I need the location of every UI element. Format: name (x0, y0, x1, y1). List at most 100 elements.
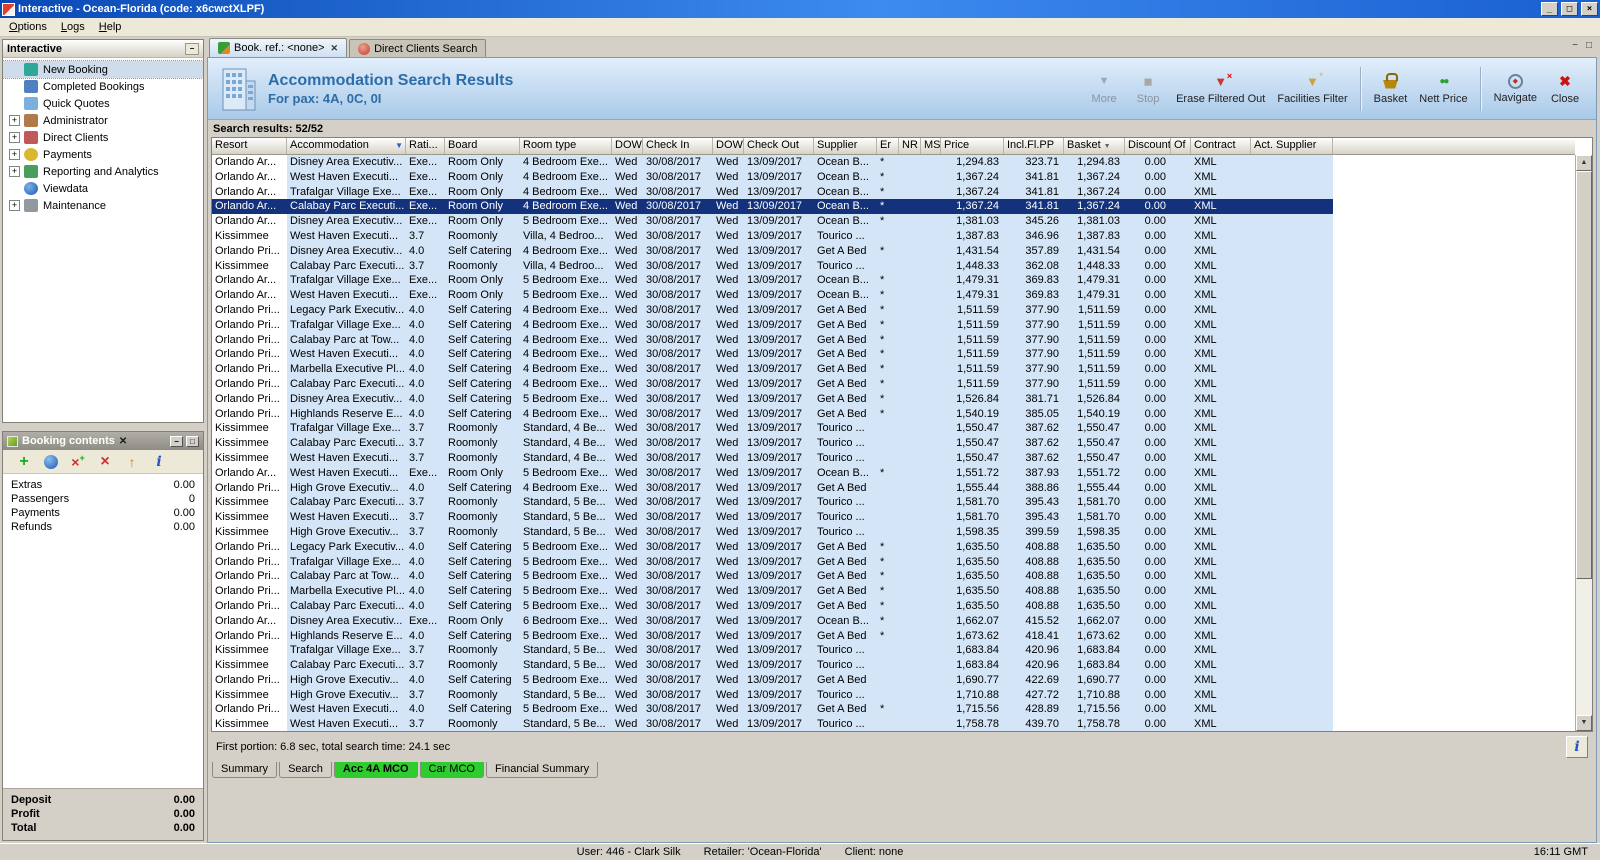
column-header-discount[interactable]: Discount (1125, 138, 1171, 154)
table-row[interactable]: Orlando Pri... Calabay Parc at Tow... 4.0 S… (212, 569, 1333, 585)
table-row[interactable]: Kissimmee West Haven Executi... 3.7 Roomonl… (212, 510, 1333, 525)
booking-toolbar-add-item-button[interactable] (15, 453, 33, 471)
scroll-up-arrow[interactable]: ▲ (1576, 155, 1592, 171)
table-row[interactable]: Kissimmee High Grove Executiv... 3.7 Roomon… (212, 524, 1333, 540)
scroll-thumb[interactable] (1576, 171, 1592, 579)
expand-icon[interactable]: + (9, 200, 20, 211)
tab-close-icon[interactable]: ✕ (331, 43, 339, 54)
bottom-tab-financial-summary[interactable]: Financial Summary (485, 762, 599, 778)
table-row[interactable]: Orlando Ar... Disney Area Executiv... Exe.… (212, 613, 1333, 629)
sidebar-item-viewdata[interactable]: Viewdata (3, 180, 203, 197)
table-row[interactable]: Kissimmee Calabay Parc Executi... 3.7 Roomo… (212, 495, 1333, 511)
table-row[interactable]: Orlando Pri... Disney Area Executiv... 4.0… (212, 391, 1333, 407)
booking-maximize-button[interactable] (186, 435, 199, 447)
table-row[interactable]: Orlando Ar... West Haven Executi... Exe...… (212, 465, 1333, 481)
sidebar-item-quick-quotes[interactable]: Quick Quotes (3, 95, 203, 112)
column-header-nr[interactable]: NR (899, 138, 921, 154)
erase-filtered-out-button[interactable]: Erase Filtered Out (1171, 64, 1270, 114)
table-row[interactable]: Orlando Ar... Trafalgar Village Exe... Exe… (212, 184, 1333, 200)
column-header-of[interactable]: Of (1171, 138, 1191, 154)
table-row[interactable]: Orlando Pri... Legacy Park Executiv... 4.0… (212, 302, 1333, 318)
table-row[interactable]: Orlando Pri... Trafalgar Village Exe... 4.… (212, 554, 1333, 570)
column-header-ms[interactable]: MS (921, 138, 941, 154)
mdi-restore-icon[interactable]: □ (1586, 40, 1592, 51)
table-row[interactable]: Orlando Pri... Marbella Executive Pl... 4.… (212, 362, 1333, 377)
column-header-act-supplier[interactable]: Act. Supplier (1251, 138, 1333, 154)
bottom-tab-acc-4a-mco[interactable]: Acc 4A MCO (333, 762, 418, 778)
expand-icon[interactable]: + (9, 166, 20, 177)
table-row[interactable]: Kissimmee Calabay Parc Executi... 3.7 Roomo… (212, 258, 1333, 274)
table-row[interactable]: Orlando Pri... Highlands Reserve E... 4.0 S… (212, 406, 1333, 422)
column-header-board[interactable]: Board (445, 138, 520, 154)
maximize-button[interactable] (1561, 2, 1578, 16)
table-row[interactable]: Kissimmee High Grove Executiv... 3.7 Roomon… (212, 687, 1333, 703)
table-row[interactable]: Orlando Pri... High Grove Executiv... 4.0 S… (212, 672, 1333, 688)
sidebar-item-reporting-and-analytics[interactable]: + Reporting and Analytics (3, 163, 203, 180)
column-header-er[interactable]: Er (877, 138, 899, 154)
booking-toolbar-delete-item-button[interactable] (96, 453, 114, 471)
table-row[interactable]: Orlando Ar... Disney Area Executiv... Exe.… (212, 155, 1333, 170)
booking-toolbar-web-button[interactable] (42, 453, 60, 471)
column-header-rati[interactable]: Rati... (406, 138, 445, 154)
tab-direct-clients-search[interactable]: Direct Clients Search (349, 39, 487, 57)
table-row[interactable]: Kissimmee Calabay Parc Executi... 3.7 Roomo… (212, 658, 1333, 673)
booking-minimize-button[interactable] (170, 435, 183, 447)
column-header-check-out[interactable]: Check Out (744, 138, 814, 154)
tab-book-ref-none[interactable]: Book. ref.: <none> ✕ (209, 38, 348, 57)
booking-toolbar-move-up-button[interactable] (123, 453, 141, 471)
table-row[interactable]: Orlando Pri... Legacy Park Executiv... 4.0… (212, 539, 1333, 555)
table-row[interactable]: Orlando Pri... West Haven Executi... 4.0 Se… (212, 347, 1333, 363)
expand-icon[interactable]: + (9, 115, 20, 126)
close-booking-contents-icon[interactable]: ✕ (119, 436, 127, 447)
bottom-tab-car-mco[interactable]: Car MCO (419, 762, 484, 778)
expand-icon[interactable]: + (9, 132, 20, 143)
column-header-accommodation[interactable]: Accommodation ▼ (287, 138, 406, 154)
navigate-button[interactable]: Navigate (1489, 64, 1542, 114)
menu-help[interactable]: Help (92, 19, 129, 35)
table-row[interactable]: Orlando Pri... Trafalgar Village Exe... 4.… (212, 317, 1333, 333)
table-row[interactable]: Orlando Pri... Calabay Parc Executi... 4.0… (212, 598, 1333, 614)
column-header-basket[interactable]: Basket ▼ (1064, 138, 1125, 154)
close-window-button[interactable] (1581, 2, 1598, 16)
collapse-panel-button[interactable] (185, 42, 199, 55)
facilities-filter-button[interactable]: Facilities Filter (1272, 64, 1352, 114)
table-row[interactable]: Orlando Ar... Disney Area Executiv... Exe.… (212, 214, 1333, 229)
table-row[interactable]: Orlando Pri... Calabay Parc at Tow... 4.0 S… (212, 332, 1333, 348)
filter-icon[interactable]: ▼ (395, 141, 403, 150)
table-row[interactable]: Orlando Ar... West Haven Executi... Exe...… (212, 288, 1333, 303)
column-header-dow[interactable]: DOW (612, 138, 643, 154)
table-row[interactable]: Orlando Pri... Disney Area Executiv... 4.0… (212, 243, 1333, 259)
sidebar-item-direct-clients[interactable]: + Direct Clients (3, 129, 203, 146)
column-header-contract[interactable]: Contract (1191, 138, 1251, 154)
table-row[interactable]: Kissimmee Trafalgar Village Exe... 3.7 Room… (212, 643, 1333, 659)
mdi-minimize-icon[interactable]: − (1572, 40, 1578, 51)
vertical-scrollbar[interactable]: ▲ ▼ (1575, 155, 1592, 731)
table-row[interactable]: Orlando Ar... West Haven Executi... Exe...… (212, 169, 1333, 185)
sidebar-item-maintenance[interactable]: + Maintenance (3, 197, 203, 214)
minimize-button[interactable] (1541, 2, 1558, 16)
sidebar-item-administrator[interactable]: + Administrator (3, 112, 203, 129)
basket-button[interactable]: Basket (1369, 64, 1413, 114)
table-row[interactable]: Kissimmee West Haven Executi... 3.7 Roomonl… (212, 450, 1333, 466)
bottom-tab-summary[interactable]: Summary (212, 762, 278, 778)
table-row[interactable]: Orlando Ar... Trafalgar Village Exe... Exe… (212, 273, 1333, 289)
sidebar-item-completed-bookings[interactable]: Completed Bookings (3, 78, 203, 95)
bottom-tab-search[interactable]: Search (279, 762, 332, 778)
table-row[interactable]: Orlando Pri... High Grove Executiv... 4.0 S… (212, 480, 1333, 496)
column-header-incl-fl-pp[interactable]: Incl.Fl.PP (1004, 138, 1064, 154)
table-row[interactable]: Orlando Pri... Marbella Executive Pl... 4.… (212, 584, 1333, 599)
table-row[interactable]: Orlando Pri... Calabay Parc Executi... 4.0… (212, 376, 1333, 392)
table-row[interactable]: Kissimmee Trafalgar Village Exe... 3.7 Room… (212, 421, 1333, 437)
table-row[interactable]: Orlando Pri... West Haven Executi... 4.0 Se… (212, 702, 1333, 718)
column-header-check-in[interactable]: Check In (643, 138, 713, 154)
column-header-price[interactable]: Price (941, 138, 1004, 154)
booking-toolbar-replace-item-button[interactable] (69, 453, 87, 471)
table-row[interactable]: Kissimmee West Haven Executi... 3.7 Roomonl… (212, 228, 1333, 244)
menu-logs[interactable]: Logs (54, 19, 92, 35)
info-button[interactable] (1566, 736, 1588, 758)
table-row[interactable]: Kissimmee West Haven Executi... 3.7 Roomonl… (212, 717, 1333, 731)
expand-icon[interactable]: + (9, 149, 20, 160)
nett-price-button[interactable]: Nett Price (1414, 64, 1472, 114)
table-row[interactable]: Orlando Ar... Calabay Parc Executi... Exe.… (212, 199, 1333, 215)
column-header-supplier[interactable]: Supplier (814, 138, 877, 154)
